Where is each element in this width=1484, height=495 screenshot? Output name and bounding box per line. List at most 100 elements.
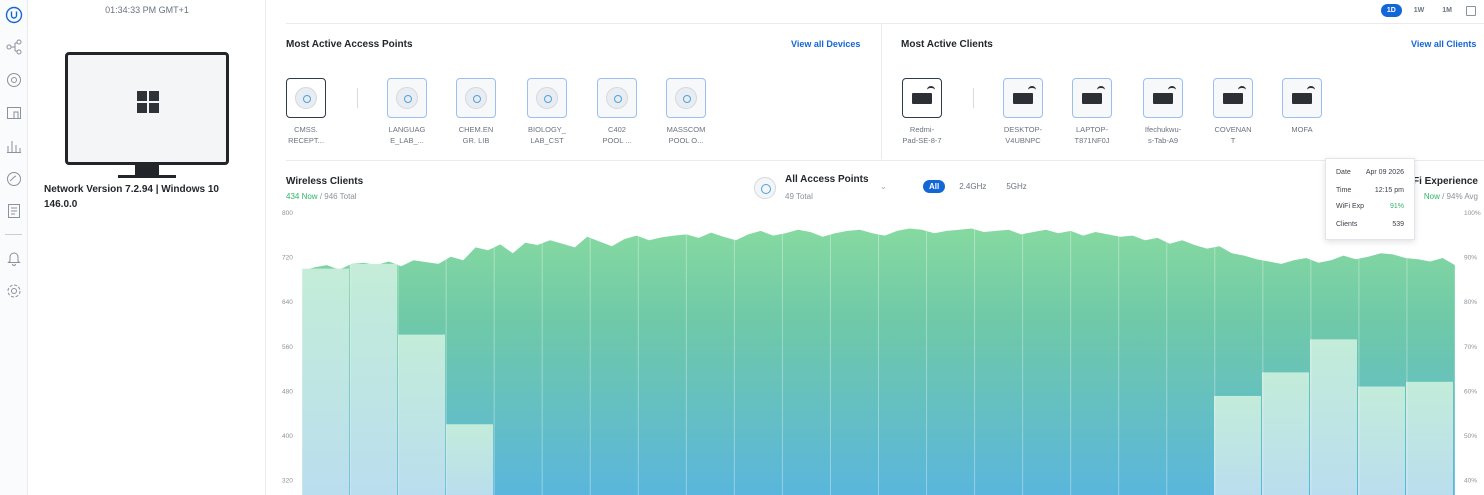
- y-axis-tick-label: 400: [282, 433, 293, 440]
- device-monitor-image: [65, 52, 229, 165]
- tooltip-exp-label: WiFi Exp: [1336, 203, 1364, 210]
- wifi-experience-bar: [1214, 395, 1261, 495]
- insights-icon[interactable]: [5, 170, 23, 188]
- client-label[interactable]: Ifechukwu- s-Tab-A9: [1135, 124, 1191, 146]
- wifi-experience-bar: [1310, 339, 1357, 495]
- y-right-axis-tick-label: 40%: [1464, 478, 1477, 485]
- y-right-axis-tick-label: 80%: [1464, 299, 1477, 306]
- device-panel: 01:34:33 PM GMT+1 Network Version 7.2.94…: [28, 0, 266, 495]
- access-point-icon: [675, 87, 697, 109]
- monitor-base: [118, 175, 176, 178]
- client-tile[interactable]: [1213, 78, 1253, 118]
- band-all[interactable]: All: [923, 180, 946, 193]
- client-label[interactable]: Redmi- Pad-SE-8-7: [894, 124, 950, 146]
- access-point-selector-title[interactable]: All Access Points: [785, 174, 869, 185]
- tooltip-exp: 91%: [1389, 203, 1404, 210]
- wireless-now: 434 Now: [286, 192, 318, 201]
- wireless-clients-stats: 434 Now / 946 Total: [286, 192, 357, 201]
- laptop-wifi-icon: [1153, 86, 1176, 104]
- access-point-icon: [465, 87, 487, 109]
- client-tile[interactable]: [1072, 78, 1112, 118]
- y-right-axis-tick-label: 100%: [1464, 210, 1481, 217]
- monitor-stand: [135, 165, 159, 175]
- view-all-devices-link[interactable]: View all Devices: [791, 39, 860, 49]
- events-icon[interactable]: [5, 202, 23, 220]
- bell-icon[interactable]: [5, 249, 23, 267]
- time-range-switch: 1D 1W 1M: [1380, 4, 1476, 17]
- app-root: 01:34:33 PM GMT+1 Network Version 7.2.94…: [0, 0, 1484, 495]
- access-point-tile[interactable]: [666, 78, 706, 118]
- nav-rail: [0, 0, 28, 495]
- y-axis-tick-label: 560: [282, 344, 293, 351]
- access-point-icon: [536, 87, 558, 109]
- access-point-label[interactable]: C402 POOL ...: [589, 124, 645, 146]
- y-right-axis-tick-label: 90%: [1464, 255, 1477, 262]
- access-point-label[interactable]: CHEM.EN GR. LIB: [448, 124, 504, 146]
- tile-separator: [973, 88, 974, 108]
- topology-icon[interactable]: [5, 38, 23, 56]
- wifi-experience-stats: Now / 94% Avg: [1424, 192, 1478, 201]
- laptop-wifi-icon: [1082, 86, 1105, 104]
- client-label[interactable]: LAPTOP- T871NF0J: [1064, 124, 1120, 146]
- wifi-experience-bar: [398, 334, 445, 495]
- statistics-icon[interactable]: [5, 137, 23, 155]
- view-all-clients-link[interactable]: View all Clients: [1411, 39, 1476, 49]
- wifi-experience-bar: [302, 268, 349, 495]
- ubiquiti-logo-icon[interactable]: [5, 6, 23, 24]
- access-point-label[interactable]: LANGUAG E_LAB_...: [379, 124, 435, 146]
- wireless-total: / 946 Total: [319, 192, 357, 201]
- chart-svg: 800 720 640 560 480 400 320 100% 90% 80% 70% 60% 50%…: [282, 210, 1481, 495]
- y-right-axis-tick-label: 70%: [1464, 344, 1477, 351]
- range-1w[interactable]: 1W: [1408, 4, 1431, 17]
- band-filter: All 2.4GHz 5GHz: [923, 180, 1033, 193]
- y-axis-tick-label: 800: [282, 210, 293, 217]
- band-5ghz[interactable]: 5GHz: [1000, 180, 1032, 193]
- y-axis-tick-label: 720: [282, 255, 293, 262]
- wifi-experience-now: Now: [1423, 192, 1440, 201]
- calendar-icon[interactable]: [1466, 5, 1476, 16]
- clock-text: 01:34:33 PM GMT+1: [105, 5, 189, 15]
- access-point-icon: [396, 87, 418, 109]
- access-point-label[interactable]: BIOLOGY_ LAB_CST: [519, 124, 575, 146]
- tooltip-clients: 539: [1392, 221, 1404, 228]
- divider: [286, 160, 1484, 161]
- access-point-tile[interactable]: [387, 78, 427, 118]
- client-tile[interactable]: [1003, 78, 1043, 118]
- access-point-icon: [295, 87, 317, 109]
- device-title: Network Version 7.2.94 | Windows 10 146.…: [44, 184, 219, 210]
- access-point-label[interactable]: MASSCOM POOL O...: [658, 124, 714, 146]
- client-tile[interactable]: [1143, 78, 1183, 118]
- clients-title: Most Active Clients: [901, 39, 993, 50]
- laptop-wifi-icon: [1292, 86, 1315, 104]
- access-points-title: Most Active Access Points: [286, 39, 413, 50]
- client-label[interactable]: DESKTOP- V4UBNPC: [995, 124, 1051, 146]
- client-tile[interactable]: [902, 78, 942, 118]
- access-point-tile[interactable]: [456, 78, 496, 118]
- y-axis-tick-label: 640: [282, 299, 293, 306]
- nav-divider: [5, 234, 22, 235]
- laptop-wifi-icon: [1013, 86, 1036, 104]
- wifi-experience-avg: / 94% Avg: [1442, 192, 1478, 201]
- access-point-label[interactable]: CMSS. RECEPT...: [278, 124, 334, 146]
- access-point-selector-icon[interactable]: [754, 177, 776, 199]
- chevron-down-icon[interactable]: ⌄: [880, 182, 887, 191]
- access-point-tile[interactable]: [286, 78, 326, 118]
- gear-icon[interactable]: [5, 282, 23, 300]
- y-axis-tick-label: 480: [282, 388, 293, 395]
- devices-icon[interactable]: [5, 104, 23, 122]
- access-point-selector-count: 49 Total: [785, 192, 813, 201]
- target-icon[interactable]: [5, 71, 23, 89]
- y-axis-tick-label: 320: [282, 478, 293, 485]
- tooltip-date: Apr 09 2026: [1365, 169, 1404, 176]
- range-1m[interactable]: 1M: [1436, 4, 1458, 17]
- wifi-experience-title: Fi Experience: [1412, 176, 1478, 187]
- client-label[interactable]: MOFA: [1274, 124, 1330, 135]
- client-tile[interactable]: [1282, 78, 1322, 118]
- access-point-icon: [606, 87, 628, 109]
- access-point-tile[interactable]: [597, 78, 637, 118]
- range-1d[interactable]: 1D: [1380, 4, 1402, 17]
- client-label[interactable]: COVENAN T: [1205, 124, 1261, 146]
- band-2-4ghz[interactable]: 2.4GHz: [953, 180, 992, 193]
- wireless-clients-chart[interactable]: 800 720 640 560 480 400 320 100% 90% 80% 70% 60% 50%…: [270, 205, 1484, 495]
- access-point-tile[interactable]: [527, 78, 567, 118]
